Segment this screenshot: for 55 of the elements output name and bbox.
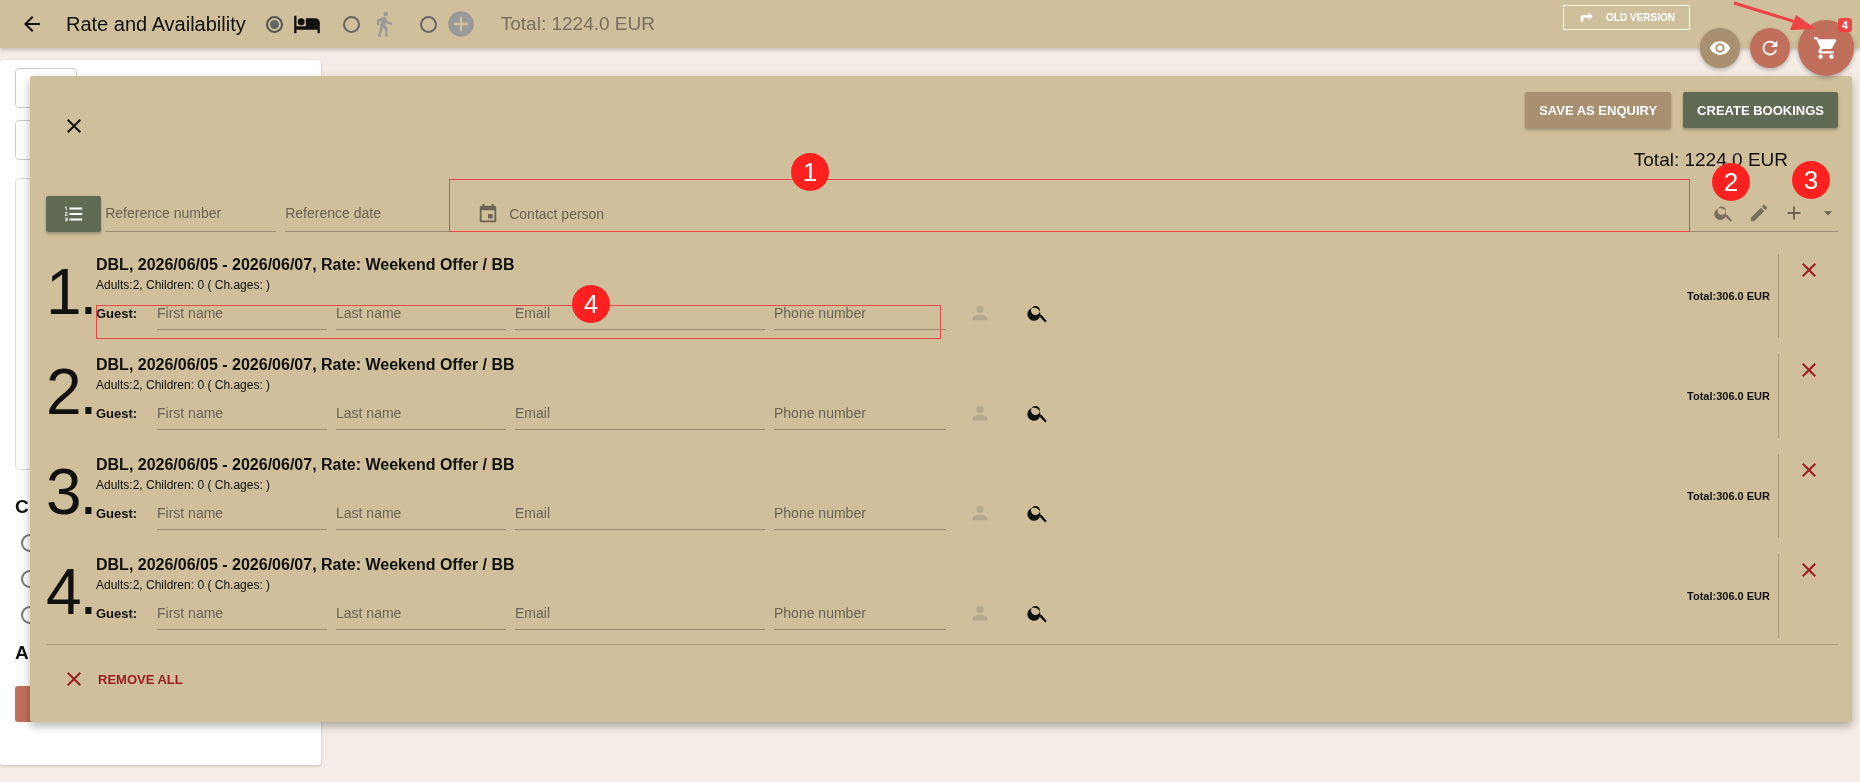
input-field[interactable]: Phone number [774,596,946,630]
input-field[interactable]: Last name [336,396,506,430]
plus-circle-icon [446,10,475,38]
guest-label: Guest: [96,305,139,321]
booking-number: 3. [46,460,96,524]
input-field[interactable]: First name [157,396,327,430]
input-field[interactable]: Last name [336,496,506,530]
refresh-button[interactable] [1750,28,1790,68]
booking-number: 4. [46,560,96,624]
input-field[interactable]: Last name [336,296,506,330]
cart-icon [1813,35,1839,61]
guest-label: Guest: [96,405,139,421]
section-heading: C [15,496,29,518]
create-bookings-button[interactable]: CREATE BOOKINGS [1683,92,1838,128]
booking-details: Adults:2, Children: 0 ( Ch.ages: ) [96,278,272,292]
input-field[interactable]: Phone number [774,296,946,330]
input-field[interactable]: Email [515,596,765,630]
page-title: Rate and Availability [66,12,246,36]
list-button[interactable] [46,195,102,232]
radio-button[interactable] [265,15,283,33]
booking-title: DBL, 2026/06/05 - 2026/06/07, Rate: Weekend Offer / BB [96,556,516,574]
date-field[interactable]: Contact person [509,205,710,222]
input-field[interactable]: Reference date [285,195,457,232]
remove-all-button[interactable]: REMOVE ALL [46,667,183,691]
booking-details: Adults:2, Children: 0 ( Ch.ages: ) [96,478,272,492]
input-field[interactable]: Phone number [774,396,946,430]
input-field[interactable]: First name [157,296,327,330]
input-field[interactable]: First name [157,596,327,630]
booking-total: Total:306.0 EUR [1687,590,1770,602]
input-field[interactable]: Reference number [105,195,277,232]
radio-button[interactable] [342,15,360,33]
pencil-icon[interactable] [1748,202,1770,224]
booking-title: DBL, 2026/06/05 - 2026/06/07, Rate: Weekend Offer / BB [96,356,516,374]
booking-total: Total:306.0 EUR [1687,290,1770,302]
input-field[interactable]: First name [157,496,327,530]
save-enquiry-button[interactable]: SAVE AS ENQUIRY [1525,92,1672,128]
guest-label: Guest: [96,605,139,621]
preview-button[interactable] [1700,28,1740,68]
booking-title: DBL, 2026/06/05 - 2026/06/07, Rate: Weekend Offer / BB [96,456,516,474]
booking-number: 1. [46,260,96,324]
total-amount: Total: 1224.0 EUR [500,13,655,35]
input-field[interactable]: Phone number [774,496,946,530]
radio-button[interactable] [419,15,437,33]
input-field[interactable]: Last name [336,596,506,630]
booking-total: Total:306.0 EUR [1687,390,1770,402]
booking-details: Adults:2, Children: 0 ( Ch.ages: ) [96,578,272,592]
input-field[interactable]: Email [515,396,765,430]
booking-details: Adults:2, Children: 0 ( Ch.ages: ) [96,378,272,392]
booking-title: DBL, 2026/06/05 - 2026/06/07, Rate: Weekend Offer / BB [96,256,516,274]
guest-label: Guest: [96,505,139,521]
booking-number: 2. [46,360,96,424]
input-field[interactable]: Email [515,496,765,530]
section-heading: A [15,642,29,664]
cart-count-badge: 4 [1838,18,1853,32]
booking-total: Total:306.0 EUR [1687,490,1770,502]
